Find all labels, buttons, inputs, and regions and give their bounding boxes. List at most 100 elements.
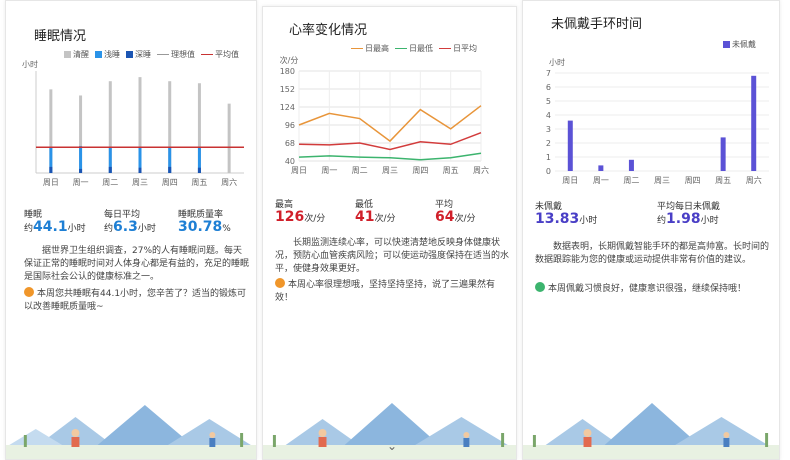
legend-label: 未佩戴 <box>732 40 756 49</box>
wear-note-text: 本周佩戴习惯良好，健康意识很强，继续保持哦！ <box>548 284 747 294</box>
sleep-avg-number: 6.3 <box>113 219 138 235</box>
wear-paragraph: 数据表明，长期佩戴智能手环的都是高帅富。长时间的数据跟踪能为您的健康或运动提供非… <box>535 242 770 265</box>
y-tick-label: 0 <box>546 167 551 176</box>
x-tick-label: 周日 <box>291 166 307 175</box>
x-tick-label: 周四 <box>412 166 428 175</box>
y-tick-label: 68 <box>285 139 295 148</box>
sleep-total-unit: 小时 <box>67 224 86 234</box>
wear-total-number: 13.83 <box>535 211 580 227</box>
heart-title: 心率变化情况 <box>289 23 368 38</box>
x-tick-label: 周日 <box>43 178 59 187</box>
y-axis-label: 次/分 <box>280 55 299 65</box>
heart-min-value: 41次/分 <box>355 209 396 225</box>
wear-avg-prefix: 约 <box>657 216 667 226</box>
x-tick-label: 周三 <box>654 176 670 185</box>
sleep-note: 本周您共睡眠有44.1小时，您辛苦了？适当的锻炼可以改善睡眠质量哦~ <box>24 287 250 314</box>
legend-swatch <box>201 54 213 55</box>
sleep-quality-unit: % <box>222 224 231 234</box>
heart-min-number: 41 <box>355 209 375 225</box>
sleep-avg-value: 约6.3小时 <box>104 219 156 235</box>
x-tick-label: 周一 <box>321 166 337 175</box>
chevron-down-icon[interactable]: ⌄ <box>387 439 397 453</box>
wear-total-unit: 小时 <box>579 216 598 226</box>
heart-min-unit: 次/分 <box>374 214 396 224</box>
legend-swatch <box>723 41 730 48</box>
alert-icon <box>24 287 34 297</box>
sleep-paragraph: 据世界卫生组织调查，27%的人有睡眠问题。每天保证正常的睡眠时间对人体身心都是有… <box>24 246 250 282</box>
wear-title: 未佩戴手环时间 <box>551 17 643 32</box>
wear-avg-value: 约1.98小时 <box>657 211 719 227</box>
sleep-chart: 小时周日 周一 周二 周三 周四 周五 周六 <box>22 59 244 187</box>
legend-swatch <box>157 54 169 55</box>
wear-avg-number: 1.98 <box>666 211 701 227</box>
heart-max-number: 126 <box>275 209 305 225</box>
sleep-title: 睡眠情况 <box>34 29 87 44</box>
bar-not-worn <box>751 75 757 171</box>
legend-item: 未佩戴 <box>723 39 756 50</box>
sleep-total-prefix: 约 <box>24 224 34 234</box>
bar-awake <box>227 103 231 173</box>
wear-chart: 小时 0 1 2 3 4 5 6 7 周日 周一 周二 周三 周四 周五 周六 <box>546 57 769 185</box>
heart-avg-unit: 次/分 <box>454 214 476 224</box>
y-tick-label: 1 <box>546 153 551 162</box>
heart-max-value: 126次/分 <box>275 209 325 225</box>
y-tick-label: 3 <box>546 125 551 134</box>
y-tick-label: 152 <box>280 85 295 94</box>
x-tick-label: 周二 <box>623 176 639 185</box>
sleep-quality-number: 30.78 <box>178 219 223 235</box>
sleep-total-value: 约44.1小时 <box>24 219 86 235</box>
x-tick-label: 周四 <box>685 176 701 185</box>
bar-deep-sleep <box>197 167 201 173</box>
x-tick-label: 周一 <box>593 176 609 185</box>
x-tick-label: 周二 <box>352 166 368 175</box>
bar-not-worn <box>720 137 726 171</box>
wear-legend: 未佩戴 <box>723 39 756 50</box>
sleep-total-number: 44.1 <box>33 219 68 235</box>
heart-avg-value: 64次/分 <box>435 209 476 225</box>
x-tick-label: 周五 <box>443 166 459 175</box>
x-tick-label: 周六 <box>473 165 489 175</box>
bar-not-worn <box>628 159 634 171</box>
sleep-quality-value: 30.78% <box>178 219 231 235</box>
y-tick-label: 2 <box>546 139 551 148</box>
y-tick-label: 40 <box>285 157 295 166</box>
not-worn-card: 未佩戴手环时间 未佩戴 小时 0 1 2 3 4 5 6 7 周日 周一 周二 周三 周四 周五 周六 未佩戴… <box>522 0 780 460</box>
heart-avg-number: 64 <box>435 209 455 225</box>
y-tick-label: 96 <box>285 121 295 130</box>
y-axis-label: 小时 <box>549 57 565 67</box>
bar-deep-sleep <box>108 166 112 173</box>
y-tick-label: 7 <box>546 69 551 78</box>
x-tick-label: 周一 <box>73 178 89 187</box>
bar-deep-sleep <box>79 168 83 173</box>
mountain-runner-illustration <box>523 389 779 459</box>
heart-paragraph: 长期监测连续心率，可以快速清楚地反映身体健康状况，预防心血管疾病风险；可以使运动… <box>275 238 510 274</box>
alert-icon <box>275 278 285 288</box>
bar-deep-sleep <box>138 167 142 173</box>
heart-note-text: 本周心率很理想哦，坚持坚持坚持，说了三遍果然有效！ <box>275 280 496 303</box>
mountain-runner-illustration <box>6 389 256 459</box>
heart-chart: 次/分 40 68 96 124 152 180 周日 周一 周二 周三 周四 周五 周六 <box>280 55 489 175</box>
y-tick-label: 4 <box>546 111 551 120</box>
wear-total-value: 13.83小时 <box>535 211 597 227</box>
bar-not-worn <box>598 165 604 171</box>
x-tick-label: 周日 <box>562 176 578 185</box>
sleep-avg-prefix: 约 <box>104 224 114 234</box>
bar-deep-sleep <box>49 166 53 173</box>
leaf-icon <box>535 282 545 292</box>
x-tick-label: 周二 <box>102 178 118 187</box>
sleep-card: 睡眠情况 清醒 浅睡 深睡 理想值 平均值 小时 周日 周一 周二 周三 周四 周五 周六 睡眠 约4… <box>5 0 257 460</box>
y-tick-label: 5 <box>546 97 551 106</box>
x-tick-label: 周三 <box>132 178 148 187</box>
bar-deep-sleep <box>168 166 172 173</box>
y-tick-label: 6 <box>546 83 551 92</box>
x-tick-label: 周三 <box>382 166 398 175</box>
heart-rate-card: 心率变化情况 日最高 日最低 日平均 次/分 40 68 96 124 152 180 周日 周一周… <box>262 6 517 460</box>
x-tick-label: 周六 <box>221 177 237 187</box>
y-tick-label: 180 <box>280 67 295 76</box>
sleep-avg-unit: 小时 <box>137 224 156 234</box>
x-tick-label: 周五 <box>191 178 207 187</box>
x-tick-label: 周四 <box>162 178 178 187</box>
x-tick-label: 周五 <box>715 176 731 185</box>
y-axis-label: 小时 <box>22 59 38 69</box>
sleep-note-text: 本周您共睡眠有44.1小时，您辛苦了？适当的锻炼可以改善睡眠质量哦~ <box>24 289 247 312</box>
